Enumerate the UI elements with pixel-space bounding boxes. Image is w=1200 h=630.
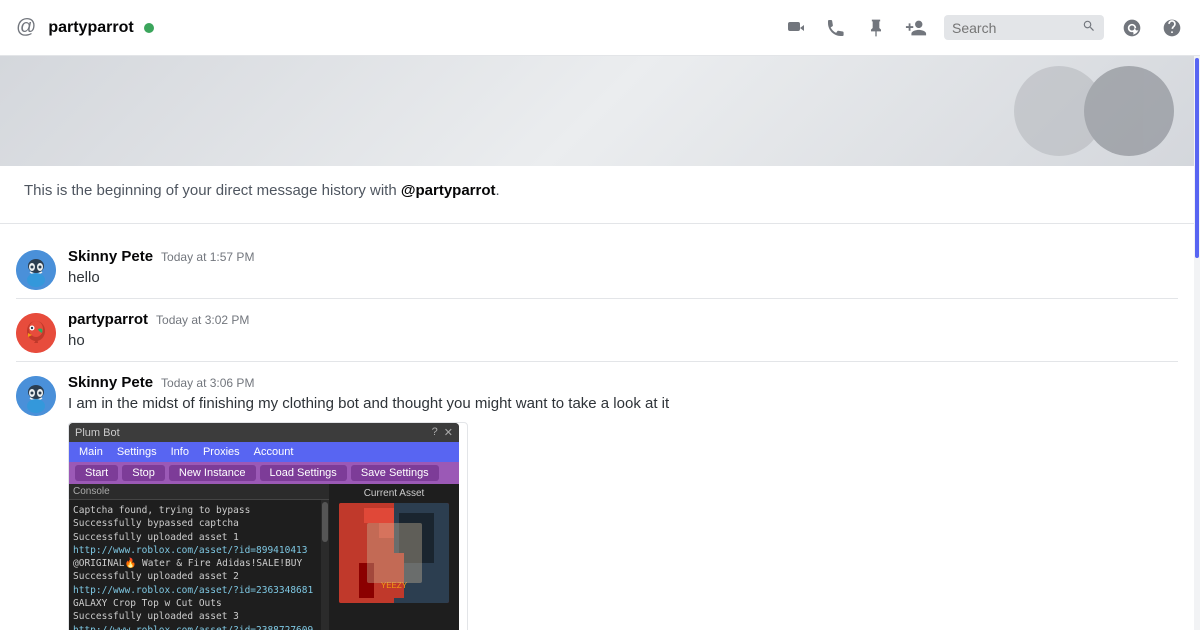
message-author: Skinny Pete	[68, 374, 153, 391]
avatar	[16, 313, 56, 353]
console-output: Captcha found, trying to bypass Successf…	[69, 500, 321, 630]
current-asset-label: Current Asset	[364, 488, 425, 499]
console-line: http://www.roblox.com/asset/?id=23887276…	[73, 624, 317, 630]
menu-settings[interactable]: Settings	[111, 444, 163, 460]
console-line: http://www.roblox.com/asset/?id=89941041…	[73, 544, 317, 557]
load-settings-button[interactable]: Load Settings	[260, 465, 347, 481]
app-toolbar: Start Stop New Instance Load Settings Sa…	[69, 462, 459, 484]
message-content: Skinny Pete Today at 1:57 PM hello	[68, 248, 1178, 290]
online-indicator	[144, 23, 154, 33]
message-content: partyparrot Today at 3:02 PM ho	[68, 311, 1178, 353]
console-line: GALAXY Crop Top w Cut Outs	[73, 597, 317, 610]
console-line: Successfully bypassed captcha	[73, 517, 317, 530]
message-header: Skinny Pete Today at 1:57 PM	[68, 248, 1178, 265]
scrollbar-thumb	[322, 502, 328, 542]
message-timestamp: Today at 3:06 PM	[161, 376, 254, 390]
app-body: Console Captcha found, trying to bypass …	[69, 484, 459, 630]
search-icon	[1082, 19, 1096, 36]
console-line: Successfully uploaded asset 3	[73, 610, 317, 623]
message-author: partyparrot	[68, 311, 148, 328]
titlebar-controls: ? ✕	[432, 426, 453, 439]
console-section: Console Captcha found, trying to bypass …	[69, 484, 329, 630]
dm-start-notice: This is the beginning of your direct mes…	[0, 166, 1194, 224]
message-text: ho	[68, 330, 1178, 351]
page-scrollbar[interactable]	[1194, 56, 1200, 630]
asset-image: YEEZY	[339, 503, 449, 603]
app-title: Plum Bot	[75, 427, 120, 439]
message-text: hello	[68, 267, 1178, 288]
message-header: partyparrot Today at 3:02 PM	[68, 311, 1178, 328]
pin-icon[interactable]	[864, 16, 888, 40]
header: @ partyparrot	[0, 0, 1200, 56]
avatar	[16, 376, 56, 416]
message-content: Skinny Pete Today at 3:06 PM I am in the…	[68, 374, 1178, 630]
message-group: Skinny Pete Today at 1:57 PM hello	[0, 240, 1194, 294]
console-line: Successfully uploaded asset 2	[73, 570, 317, 583]
message-text: I am in the midst of finishing my clothi…	[68, 393, 1178, 414]
header-left: @ partyparrot	[16, 16, 784, 39]
dm-start-period: .	[496, 182, 500, 199]
minimize-icon[interactable]: ?	[432, 426, 438, 439]
menu-proxies[interactable]: Proxies	[197, 444, 246, 460]
console-label: Console	[69, 484, 329, 500]
console-line: http://www.roblox.com/asset/?id=23633486…	[73, 584, 317, 597]
call-icon[interactable]	[824, 16, 848, 40]
console-scrollbar[interactable]	[321, 500, 329, 630]
banner-avatars	[1014, 56, 1194, 166]
menu-main[interactable]: Main	[73, 444, 109, 460]
message-timestamp: Today at 3:02 PM	[156, 313, 249, 327]
header-right	[784, 15, 1184, 40]
message-header: Skinny Pete Today at 3:06 PM	[68, 374, 1178, 391]
asset-panel: Current Asset	[329, 484, 459, 630]
avatar	[16, 250, 56, 290]
app-menubar: Main Settings Info Proxies Account	[69, 442, 459, 462]
app-titlebar: Plum Bot ? ✕	[69, 423, 459, 442]
console-line: @ORIGINAL🔥 Water & Fire Adidas!SALE!BUY	[73, 557, 317, 570]
scrollbar-thumb	[1195, 58, 1199, 258]
start-button[interactable]: Start	[75, 465, 118, 481]
search-bar[interactable]	[944, 15, 1104, 40]
at-icon[interactable]	[1120, 16, 1144, 40]
message-divider	[16, 361, 1178, 362]
console-line: Captcha found, trying to bypass	[73, 504, 317, 517]
message-attachment: Plum Bot ? ✕ Main Settings Info Proxies	[68, 422, 468, 630]
dm-start-prefix: This is the beginning of your direct mes…	[24, 182, 401, 199]
message-divider	[16, 298, 1178, 299]
message-author: Skinny Pete	[68, 248, 153, 265]
add-member-icon[interactable]	[904, 16, 928, 40]
message-group: partyparrot Today at 3:02 PM ho	[0, 303, 1194, 357]
dm-username-bold: @partyparrot	[401, 182, 496, 199]
message-group: Skinny Pete Today at 3:06 PM I am in the…	[0, 366, 1194, 630]
message-timestamp: Today at 1:57 PM	[161, 250, 254, 264]
banner-avatar-2	[1084, 66, 1174, 156]
close-icon[interactable]: ✕	[444, 426, 453, 439]
console-with-scroll: Captcha found, trying to bypass Successf…	[69, 500, 329, 630]
save-settings-button[interactable]: Save Settings	[351, 465, 439, 481]
video-call-icon[interactable]	[784, 16, 808, 40]
menu-account[interactable]: Account	[248, 444, 300, 460]
help-icon[interactable]	[1160, 16, 1184, 40]
new-instance-button[interactable]: New Instance	[169, 465, 256, 481]
dm-icon: @	[16, 16, 36, 39]
channel-name: partyparrot	[48, 19, 133, 37]
fake-app-window: Plum Bot ? ✕ Main Settings Info Proxies	[69, 423, 459, 630]
dm-banner	[0, 56, 1194, 166]
main-content: This is the beginning of your direct mes…	[0, 56, 1200, 630]
menu-info[interactable]: Info	[165, 444, 195, 460]
console-line: Successfully uploaded asset 1	[73, 531, 317, 544]
messages-area[interactable]: This is the beginning of your direct mes…	[0, 56, 1194, 630]
search-input[interactable]	[952, 20, 1078, 36]
svg-text:YEEZY: YEEZY	[381, 581, 408, 590]
stop-button[interactable]: Stop	[122, 465, 165, 481]
